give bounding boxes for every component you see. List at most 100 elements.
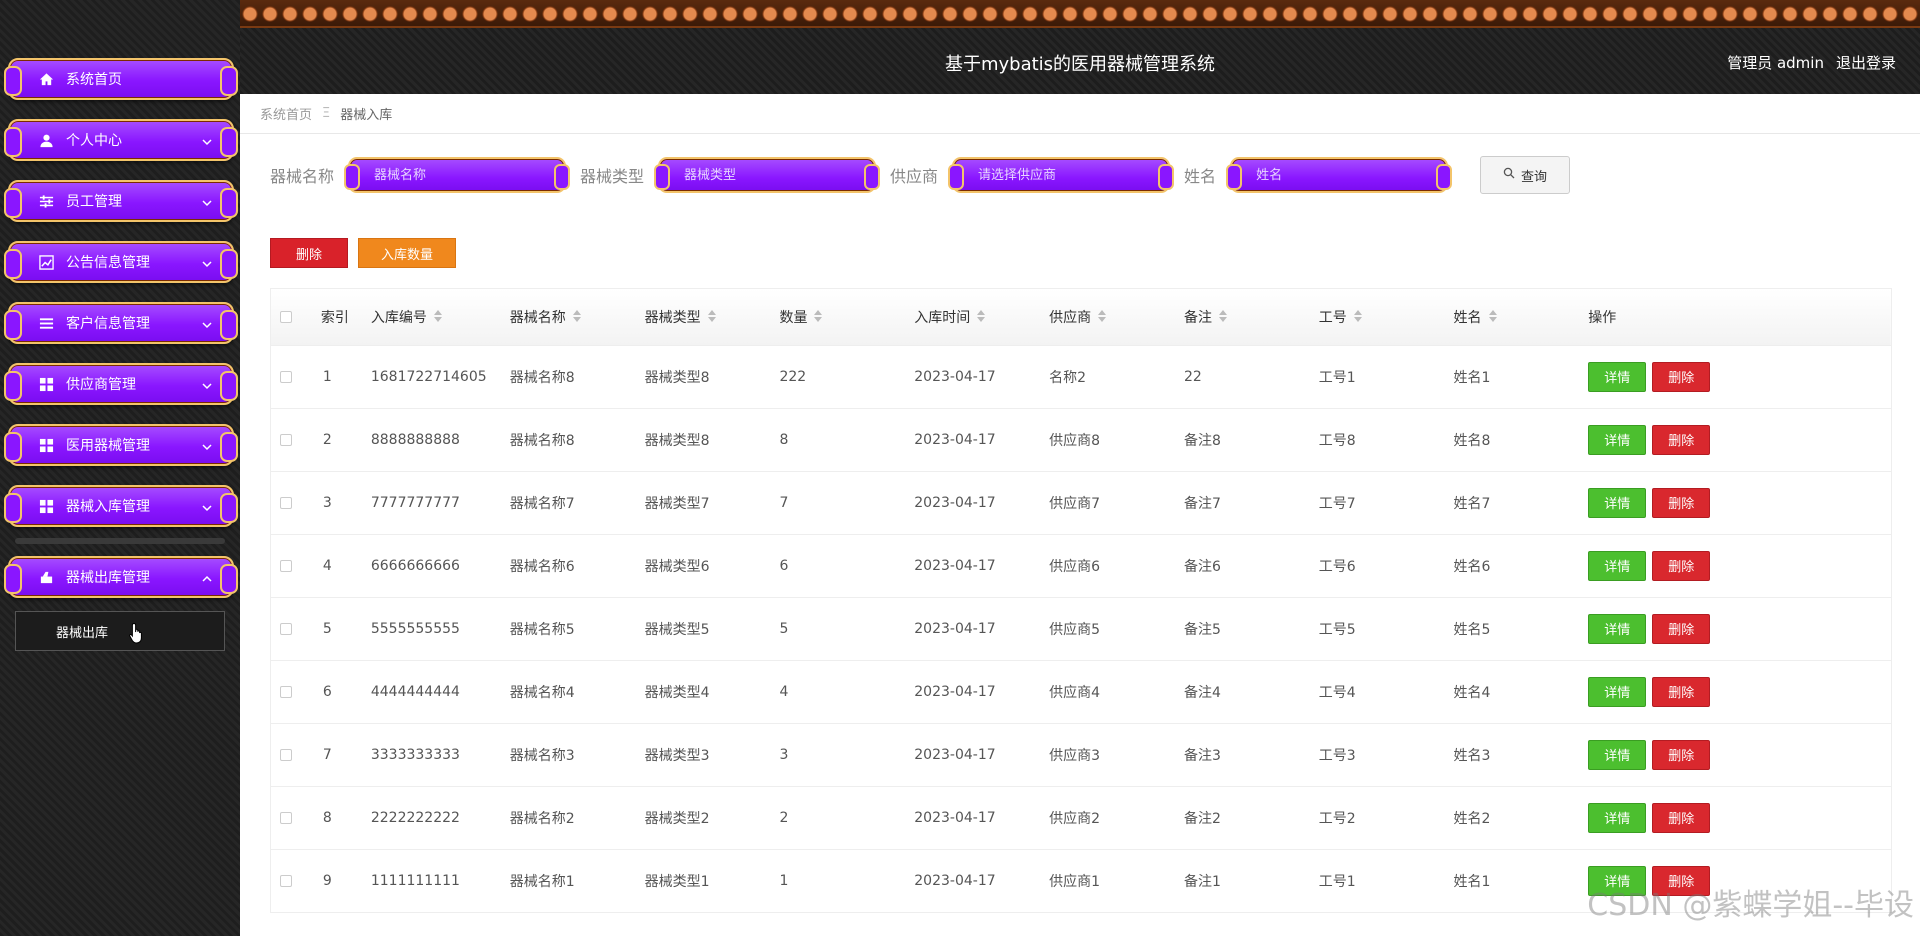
- person-name-input[interactable]: [1232, 159, 1447, 191]
- row-delete-button[interactable]: 删除: [1652, 739, 1711, 770]
- sort-icon[interactable]: [813, 309, 823, 326]
- sort-icon[interactable]: [1218, 309, 1228, 326]
- column-header[interactable]: 姓名: [1454, 289, 1589, 345]
- table-cell: 4: [779, 683, 789, 700]
- stock-quantity-button[interactable]: 入库数量: [358, 238, 456, 268]
- device-type-input[interactable]: [660, 159, 875, 191]
- table-cell: 2023-04-17: [914, 431, 996, 448]
- supplier-select[interactable]: [954, 159, 1169, 191]
- table-cell: 备注1: [1183, 873, 1221, 890]
- detail-button[interactable]: 详情: [1588, 487, 1647, 518]
- column-header[interactable]: 入库编号: [371, 289, 510, 345]
- row-checkbox[interactable]: [280, 496, 292, 509]
- row-delete-button[interactable]: 删除: [1652, 802, 1711, 833]
- row-checkbox[interactable]: [280, 874, 292, 887]
- sidebar-item-6[interactable]: 供应商管理: [4, 363, 238, 405]
- row-checkbox[interactable]: [280, 622, 292, 635]
- table-cell: 工号2: [1318, 810, 1356, 827]
- device-name-input[interactable]: [350, 159, 565, 191]
- table-cell: 9: [322, 872, 332, 889]
- sidebar-item-3[interactable]: 员工管理: [4, 180, 238, 222]
- row-delete-button[interactable]: 删除: [1652, 613, 1711, 644]
- logout-link[interactable]: 退出登录: [1836, 52, 1896, 73]
- table-cell: 备注3: [1183, 747, 1221, 764]
- table-cell: 2023-04-17: [914, 368, 996, 385]
- table-cell: 器械类型2: [644, 810, 710, 827]
- table-cell: 姓名8: [1453, 432, 1491, 449]
- table-cell: 供应商2: [1049, 810, 1101, 827]
- detail-button[interactable]: 详情: [1588, 361, 1647, 392]
- sort-icon[interactable]: [1488, 309, 1498, 326]
- column-header[interactable]: 备注: [1184, 289, 1319, 345]
- sidebar-item-4[interactable]: 公告信息管理: [4, 241, 238, 283]
- sidebar-item-9[interactable]: 器械出库管理: [4, 556, 238, 598]
- sidebar-item-5[interactable]: 客户信息管理: [4, 302, 238, 344]
- table-cell: 2023-04-17: [914, 809, 996, 826]
- submenu-item-stock-out[interactable]: 器械出库: [15, 611, 225, 651]
- detail-button[interactable]: 详情: [1588, 865, 1647, 896]
- row-checkbox[interactable]: [280, 748, 292, 761]
- row-checkbox[interactable]: [280, 685, 292, 698]
- sort-icon[interactable]: [707, 309, 717, 326]
- row-delete-button[interactable]: 删除: [1652, 676, 1711, 707]
- column-header: 操作: [1588, 309, 1617, 326]
- row-delete-button[interactable]: 删除: [1652, 550, 1711, 581]
- sidebar-item-2[interactable]: 个人中心: [4, 119, 238, 161]
- table-cell: 1681722714605: [370, 368, 487, 385]
- table-cell: 2023-04-17: [914, 620, 996, 637]
- sidebar-item-1[interactable]: 系统首页: [4, 58, 238, 100]
- sidebar-item-7[interactable]: 医用器械管理: [4, 424, 238, 466]
- detail-button[interactable]: 详情: [1588, 802, 1647, 833]
- row-delete-button[interactable]: 删除: [1652, 487, 1711, 518]
- table-cell: 1: [779, 872, 789, 889]
- column-header[interactable]: 数量: [779, 289, 914, 345]
- column-header[interactable]: 器械名称: [510, 289, 645, 345]
- table-cell: 姓名3: [1453, 747, 1491, 764]
- sort-icon[interactable]: [1353, 309, 1363, 326]
- table-cell: 姓名7: [1453, 495, 1491, 512]
- bulk-delete-button[interactable]: 删除: [270, 238, 348, 268]
- table-cell: 工号5: [1318, 621, 1356, 638]
- sort-icon[interactable]: [1097, 309, 1107, 326]
- select-all-checkbox[interactable]: [280, 310, 292, 323]
- row-checkbox[interactable]: [280, 370, 292, 383]
- sidebar-item-8[interactable]: 器械入库管理: [4, 485, 238, 527]
- table-row: 6 4444444444 器械名称4 器械类型4 4 2023-04-17 供应商4 备注4 工…: [271, 660, 1891, 723]
- detail-button[interactable]: 详情: [1588, 676, 1647, 707]
- detail-button[interactable]: 详情: [1588, 739, 1647, 770]
- current-user: 管理员 admin: [1727, 54, 1824, 72]
- device-type-label: 器械类型: [580, 167, 645, 186]
- row-checkbox[interactable]: [280, 433, 292, 446]
- row-delete-button[interactable]: 删除: [1652, 865, 1711, 896]
- table-cell: 器械名称6: [509, 558, 575, 575]
- sort-icon[interactable]: [433, 309, 443, 326]
- column-header[interactable]: 工号: [1319, 289, 1454, 345]
- table-cell: 器械名称8: [509, 432, 575, 449]
- column-header[interactable]: 器械类型: [645, 289, 780, 345]
- column-header[interactable]: 入库时间: [914, 289, 1049, 345]
- table-cell: 器械类型3: [644, 747, 710, 764]
- detail-button[interactable]: 详情: [1588, 613, 1647, 644]
- table-cell: 器械类型1: [644, 873, 710, 890]
- header-decoration: [240, 0, 1920, 28]
- table-cell: 2222222222: [370, 809, 460, 826]
- table-cell: 工号3: [1318, 747, 1356, 764]
- detail-button[interactable]: 详情: [1588, 550, 1647, 581]
- row-checkbox[interactable]: [280, 559, 292, 572]
- page-title: 基于mybatis的医用器械管理系统: [944, 54, 1216, 75]
- detail-button[interactable]: 详情: [1588, 424, 1647, 455]
- table-cell: 工号6: [1318, 558, 1356, 575]
- row-delete-button[interactable]: 删除: [1652, 424, 1711, 455]
- row-checkbox[interactable]: [280, 811, 292, 824]
- table-row: 2 8888888888 器械名称8 器械类型8 8 2023-04-17 供应商8 备注8 工…: [271, 408, 1891, 471]
- column-header[interactable]: 供应商: [1049, 289, 1184, 345]
- search-button[interactable]: 查询: [1480, 156, 1571, 194]
- table-cell: 器械名称2: [509, 810, 575, 827]
- sort-icon[interactable]: [572, 309, 582, 326]
- table-cell: 5555555555: [370, 620, 460, 637]
- row-delete-button[interactable]: 删除: [1652, 361, 1711, 392]
- table-cell: 姓名5: [1453, 621, 1491, 638]
- sort-icon[interactable]: [976, 309, 986, 326]
- breadcrumb-home[interactable]: 系统首页: [260, 104, 312, 123]
- hand-cursor-icon: [128, 622, 146, 644]
